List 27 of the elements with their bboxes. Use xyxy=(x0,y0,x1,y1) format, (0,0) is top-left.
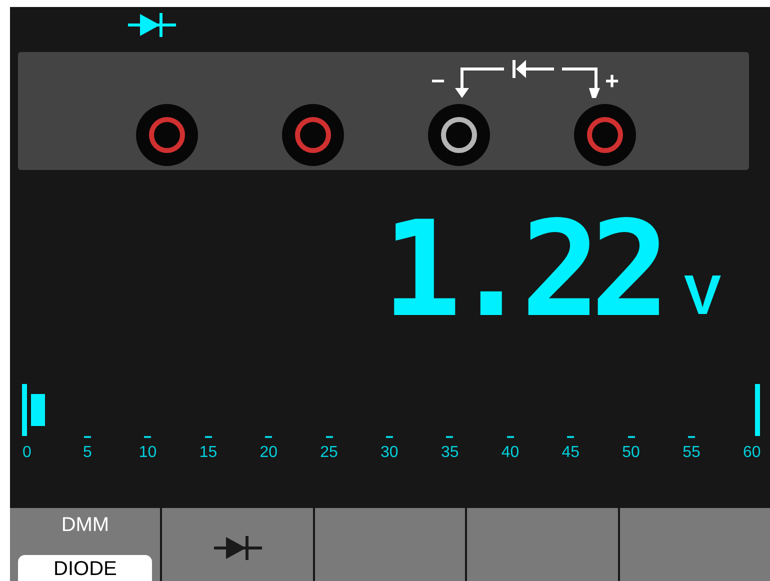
diode-menu-button[interactable] xyxy=(162,508,313,581)
scale-label: 25 xyxy=(320,444,338,461)
scale-label: 50 xyxy=(622,444,640,461)
scale-label: 30 xyxy=(380,444,398,461)
scale-end-marker xyxy=(755,384,760,436)
scale-label: 20 xyxy=(260,444,278,461)
scale-label: 40 xyxy=(501,444,520,461)
menu-button[interactable] xyxy=(620,508,770,581)
minus-sign: − xyxy=(430,70,446,94)
scale-start-marker xyxy=(22,384,27,436)
diode-icon xyxy=(128,12,176,38)
scale-label: 45 xyxy=(562,444,580,461)
menu-value: DIODE xyxy=(18,555,152,581)
scale-label: 5 xyxy=(82,444,92,461)
scale-label: 0 xyxy=(22,444,32,461)
scale-label: 55 xyxy=(682,444,700,461)
menu-button[interactable] xyxy=(467,508,618,581)
scale-label: 60 xyxy=(742,444,761,461)
diode-icon xyxy=(214,534,262,560)
menu-button[interactable]: DMM DIODE xyxy=(10,508,160,581)
scale-label: 10 xyxy=(138,444,157,461)
measurement-value: 1.22 xyxy=(382,204,660,336)
measurement-unit: V xyxy=(684,267,722,323)
plus-sign: + xyxy=(604,70,620,94)
scale-label: 35 xyxy=(440,444,459,461)
scale-label: 15 xyxy=(199,444,218,461)
menu-title: DMM xyxy=(61,514,110,536)
